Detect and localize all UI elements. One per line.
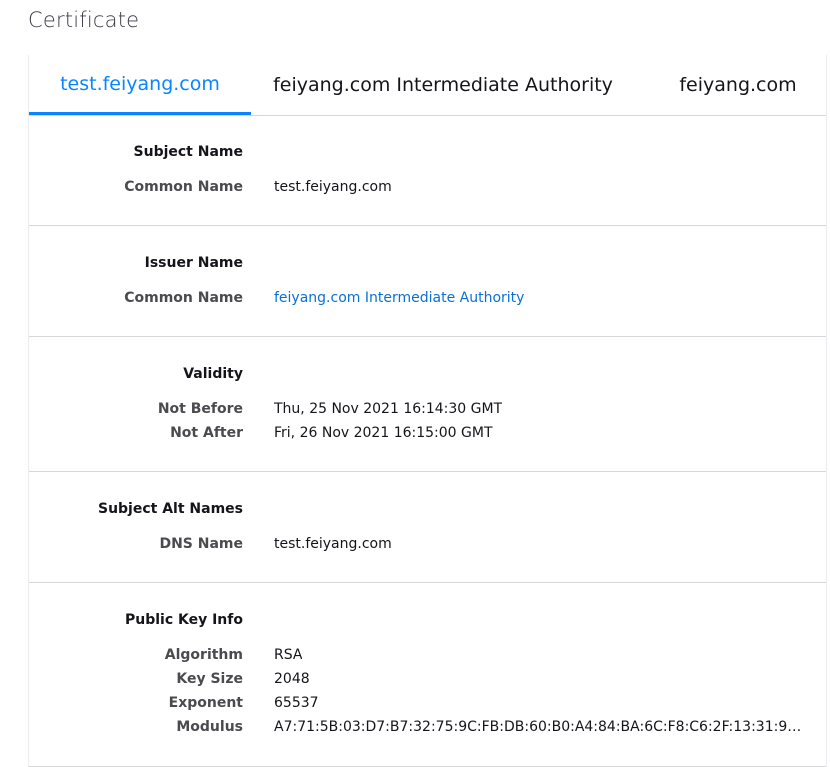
certificate-tabs: test.feiyang.com feiyang.com Intermediat… xyxy=(29,55,826,116)
dns-name-row: DNS Name test.feiyang.com xyxy=(29,533,826,555)
subject-common-name-value: test.feiyang.com xyxy=(274,179,392,195)
issuer-common-name-label: Common Name xyxy=(124,290,243,306)
validity-section: Validity Not Before Thu, 25 Nov 2021 16:… xyxy=(29,337,826,472)
key-size-row: Key Size 2048 xyxy=(29,668,826,690)
subject-name-section: Subject Name Common Name test.feiyang.co… xyxy=(29,115,826,226)
algorithm-value: RSA xyxy=(274,647,303,663)
subject-alt-names-heading: Subject Alt Names xyxy=(97,501,243,517)
modulus-label: Modulus xyxy=(176,719,243,735)
issuer-name-heading-row: Issuer Name xyxy=(29,252,826,274)
public-key-info-heading: Public Key Info xyxy=(124,612,243,628)
validity-heading-row: Validity xyxy=(29,363,826,385)
dns-name-value: test.feiyang.com xyxy=(274,536,392,552)
subject-name-heading-row: Subject Name xyxy=(29,141,826,163)
not-after-label: Not After xyxy=(170,425,243,441)
not-after-row: Not After Fri, 26 Nov 2021 16:15:00 GMT xyxy=(29,422,826,444)
dns-name-label: DNS Name xyxy=(159,536,243,552)
algorithm-row: Algorithm RSA xyxy=(29,644,826,666)
subject-alt-names-heading-row: Subject Alt Names xyxy=(29,498,826,520)
subject-common-name-row: Common Name test.feiyang.com xyxy=(29,176,826,198)
exponent-label: Exponent xyxy=(168,695,243,711)
key-size-value: 2048 xyxy=(274,671,310,687)
certificate-card: test.feiyang.com feiyang.com Intermediat… xyxy=(28,55,827,767)
page-title: Certificate xyxy=(28,8,140,32)
exponent-value: 65537 xyxy=(274,695,319,711)
modulus-row: Modulus A7:71:5B:03:D7:B7:32:75:9C:FB:DB… xyxy=(29,716,826,738)
validity-heading: Validity xyxy=(183,366,243,382)
key-size-label: Key Size xyxy=(176,671,243,687)
algorithm-label: Algorithm xyxy=(164,647,243,663)
issuer-name-section: Issuer Name Common Name feiyang.com Inte… xyxy=(29,226,826,337)
subject-name-heading: Subject Name xyxy=(133,144,243,160)
issuer-name-heading: Issuer Name xyxy=(144,255,243,271)
not-before-label: Not Before xyxy=(157,401,243,417)
modulus-value: A7:71:5B:03:D7:B7:32:75:9C:FB:DB:60:B0:A… xyxy=(274,719,802,735)
tab-feiyang-com[interactable]: feiyang.com xyxy=(669,55,807,115)
not-before-value: Thu, 25 Nov 2021 16:14:30 GMT xyxy=(274,401,503,417)
tab-feiyang-intermediate-authority[interactable]: feiyang.com Intermediate Authority xyxy=(269,55,617,115)
exponent-row: Exponent 65537 xyxy=(29,692,826,714)
public-key-info-section: Public Key Info Algorithm RSA Key Size 2… xyxy=(29,583,826,767)
issuer-common-name-link[interactable]: feiyang.com Intermediate Authority xyxy=(274,287,524,309)
subject-common-name-label: Common Name xyxy=(124,179,243,195)
public-key-info-heading-row: Public Key Info xyxy=(29,609,826,631)
tab-test-feiyang-com[interactable]: test.feiyang.com xyxy=(29,55,251,115)
not-after-value: Fri, 26 Nov 2021 16:15:00 GMT xyxy=(274,425,493,441)
subject-alt-names-section: Subject Alt Names DNS Name test.feiyang.… xyxy=(29,472,826,583)
issuer-common-name-row: Common Name feiyang.com Intermediate Aut… xyxy=(29,287,826,309)
not-before-row: Not Before Thu, 25 Nov 2021 16:14:30 GMT xyxy=(29,398,826,420)
